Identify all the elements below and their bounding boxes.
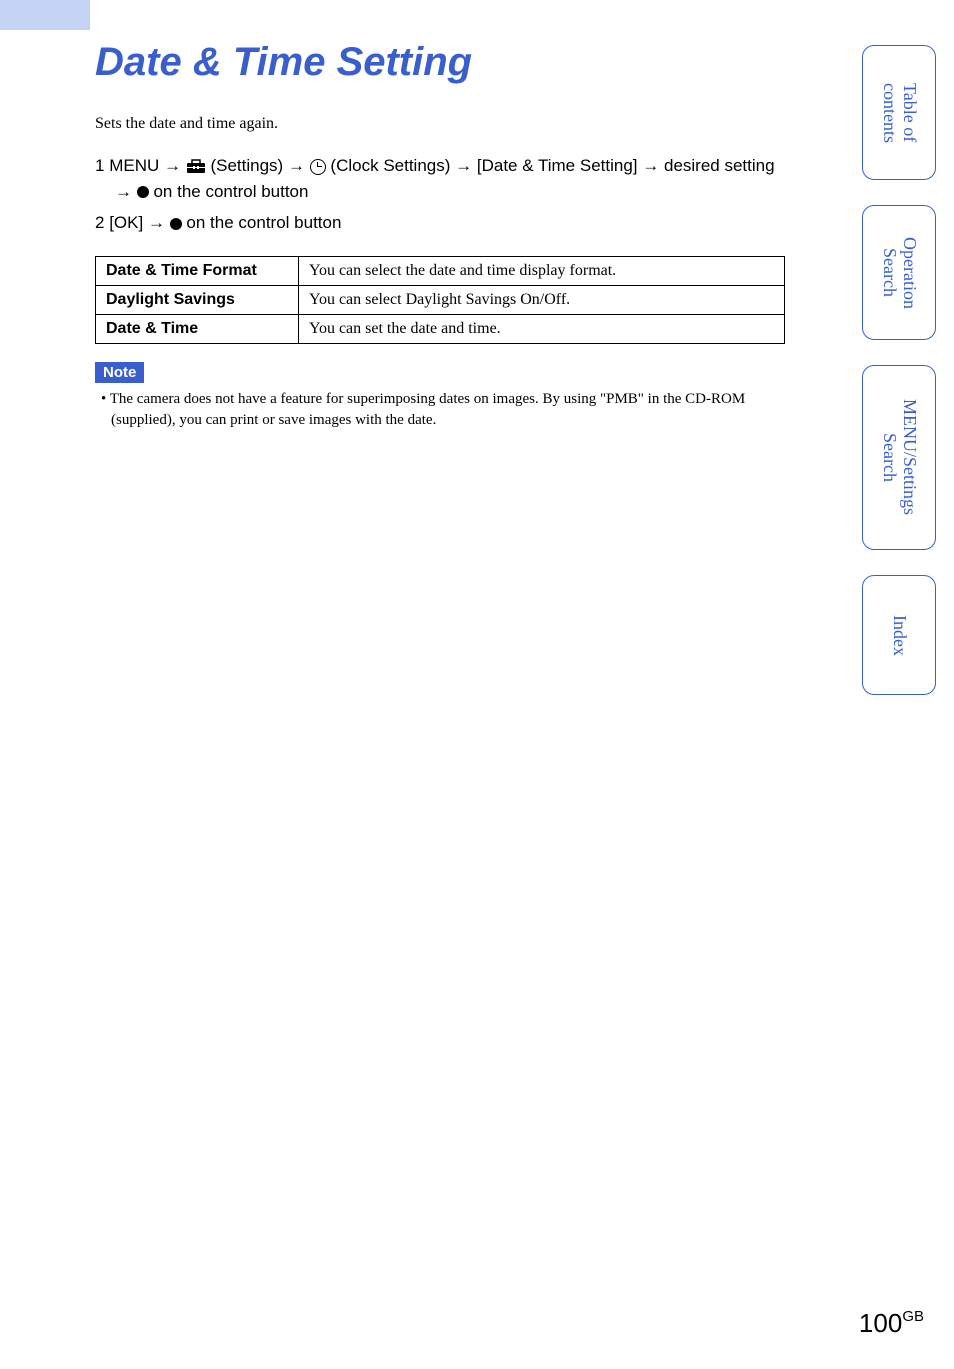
table-row: Daylight Savings You can select Daylight… (96, 285, 785, 314)
step-desired-label: desired setting (664, 156, 775, 175)
arrow-icon: → (164, 156, 186, 175)
step-control-label: on the control button (153, 182, 308, 201)
intro-text: Sets the date and time again. (95, 115, 785, 133)
note-label: Note (95, 362, 144, 383)
header-blue-bar (0, 0, 90, 30)
clock-icon (310, 159, 326, 175)
arrow-icon: → (642, 156, 664, 175)
step-number: 1 (95, 156, 104, 175)
page-number: 100GB (859, 1308, 924, 1339)
arrow-icon: → (115, 182, 137, 201)
tab-operation-search[interactable]: Operation Search (862, 205, 936, 340)
tab-table-of-contents[interactable]: Table of contents (862, 45, 936, 180)
page-number-suffix: GB (902, 1308, 924, 1325)
page-number-value: 100 (859, 1308, 902, 1338)
step-clock-label: (Clock Settings) (330, 156, 450, 175)
table-cell-label: Daylight Savings (96, 285, 299, 314)
steps-list: 1 MENU → (Settings) → (Clock Settings) →… (95, 153, 785, 236)
table-row: Date & Time Format You can select the da… (96, 256, 785, 285)
step-number: 2 (95, 213, 104, 232)
note-section: Note • The camera does not have a featur… (95, 362, 785, 431)
main-content: Date & Time Setting Sets the date and ti… (0, 0, 820, 431)
page-title: Date & Time Setting (95, 40, 785, 85)
dot-icon (137, 186, 149, 198)
table-cell-label: Date & Time Format (96, 256, 299, 285)
step-control-label: on the control button (186, 213, 341, 232)
table-cell-desc: You can set the date and time. (299, 314, 785, 343)
step-settings-label: (Settings) (210, 156, 283, 175)
dot-icon (170, 218, 182, 230)
table-cell-desc: You can select Daylight Savings On/Off. (299, 285, 785, 314)
arrow-icon: → (148, 213, 170, 232)
table-row: Date & Time You can set the date and tim… (96, 314, 785, 343)
table-cell-label: Date & Time (96, 314, 299, 343)
settings-table: Date & Time Format You can select the da… (95, 256, 785, 344)
toolbox-icon (186, 159, 206, 174)
note-text-content: The camera does not have a feature for s… (110, 391, 745, 428)
arrow-icon: → (288, 156, 310, 175)
step-2: 2 [OK] → on the control button (95, 210, 785, 236)
table-cell-desc: You can select the date and time display… (299, 256, 785, 285)
side-tabs: Table of contents Operation Search MENU/… (862, 45, 936, 695)
step-menu-label: MENU (109, 156, 159, 175)
arrow-icon: → (455, 156, 477, 175)
step-1: 1 MENU → (Settings) → (Clock Settings) →… (95, 153, 785, 204)
tab-index[interactable]: Index (862, 575, 936, 695)
tab-menu-settings-search[interactable]: MENU/Settings Search (862, 365, 936, 550)
step-ok-label: [OK] (109, 213, 143, 232)
step-datetime-label: [Date & Time Setting] (477, 156, 638, 175)
note-text: • The camera does not have a feature for… (95, 389, 785, 431)
